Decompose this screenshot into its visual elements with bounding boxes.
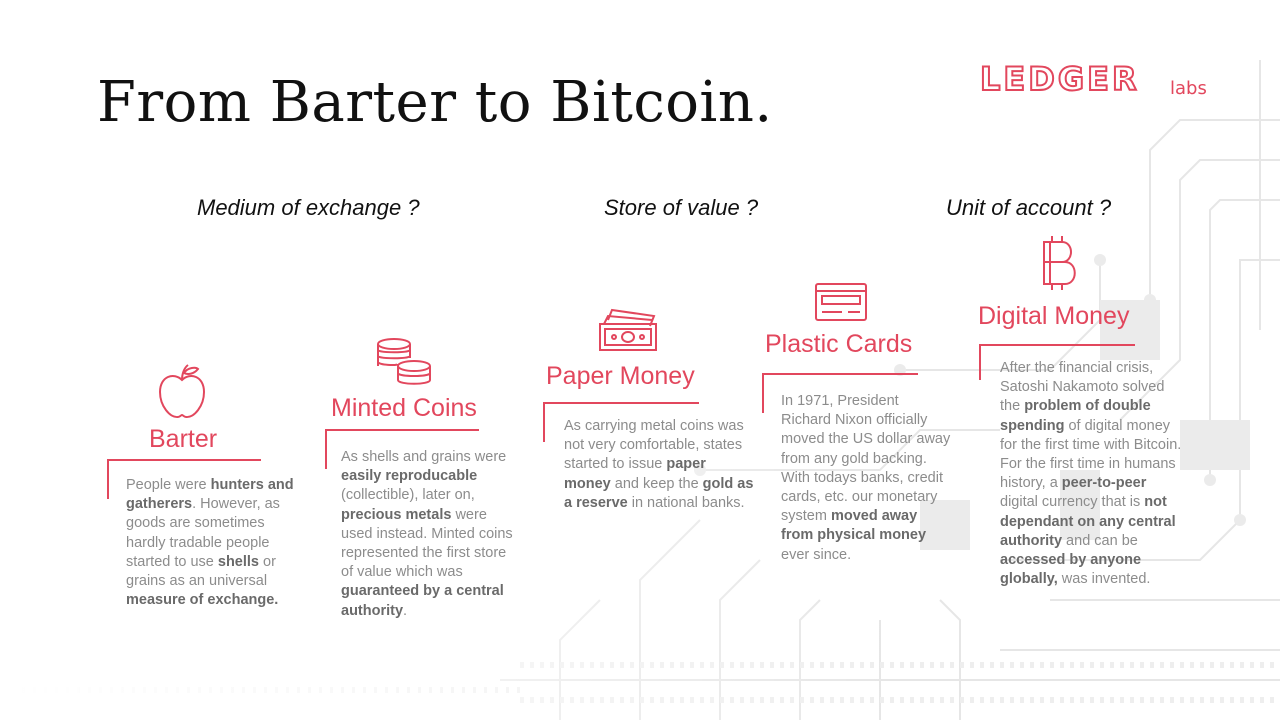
emphasis-text: easily reproducable <box>341 468 478 485</box>
stage-desc-digital-money: After the financial crisis, Satoshi Naka… <box>1000 359 1186 589</box>
emphasis-text: measure of exchange. <box>126 592 279 609</box>
stage-title-paper-money: Paper Money <box>546 362 695 390</box>
stage-desc-paper-money: As carrying metal coins was not very com… <box>564 417 756 513</box>
body-text: digital currency that is <box>1000 494 1145 511</box>
body-text: In 1971, President Richard Nixon officia… <box>781 393 951 525</box>
stage-title-plastic-cards: Plastic Cards <box>765 330 913 358</box>
body-text: . <box>403 602 408 619</box>
page-title: From Barter to Bitcoin. <box>97 70 773 135</box>
stage-desc-plastic-cards: In 1971, President Richard Nixon officia… <box>781 392 951 565</box>
credit-card-icon <box>815 283 867 321</box>
emphasis-text: guaranteed by a central authority <box>341 583 504 619</box>
banknote-icon <box>599 308 657 351</box>
apple-icon <box>158 364 206 419</box>
emphasis-text: peer-to-peer <box>1061 475 1147 492</box>
body-text: People were <box>126 477 211 493</box>
stage-title-minted-coins: Minted Coins <box>331 394 477 422</box>
stage-title-barter: Barter <box>149 425 218 453</box>
body-text: and keep the <box>610 475 703 492</box>
stage-desc-minted-coins: As shells and grains were easily reprodu… <box>341 448 521 621</box>
body-text: As shells and grains were <box>341 449 507 465</box>
body-text: (collectible), later on, <box>341 487 475 504</box>
body-text: As carrying metal coins was not very com… <box>564 418 744 473</box>
body-text: was invented. <box>1057 571 1151 588</box>
ledger-labs-logo: LEDGER labs <box>980 60 1207 99</box>
category-medium-of-exchange: Medium of exchange ? <box>197 195 420 220</box>
bitcoin-icon <box>1043 236 1076 290</box>
stage-title-digital-money: Digital Money <box>978 302 1130 330</box>
logo-main: LEDGER <box>980 60 1140 98</box>
body-text: ever since. <box>781 546 852 563</box>
body-text: and can be <box>1062 532 1138 549</box>
coins-icon <box>377 338 431 385</box>
stage-desc-barter: People were hunters and gatherers. Howev… <box>126 476 306 610</box>
category-unit-of-account: Unit of account ? <box>946 195 1112 220</box>
logo-sub: labs <box>1170 78 1207 99</box>
category-store-of-value: Store of value ? <box>604 195 759 220</box>
emphasis-text: shells <box>217 553 259 570</box>
body-text: in national banks. <box>627 494 745 511</box>
emphasis-text: precious metals <box>341 506 452 523</box>
